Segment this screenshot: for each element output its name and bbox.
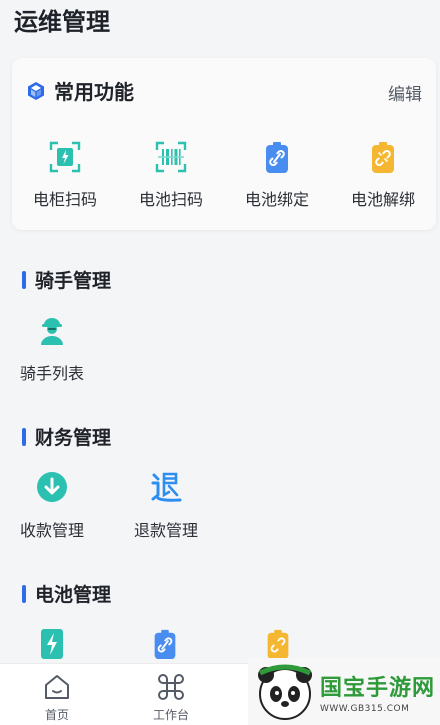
battery-scan-label: 电池扫码 — [138, 190, 203, 209]
battery-scan-button[interactable]: 电池扫码 — [118, 140, 224, 210]
refund-icon — [151, 472, 182, 502]
cabinet-scan-button[interactable]: 电柜扫码 — [12, 140, 118, 210]
tab-home[interactable]: 首页 — [0, 664, 114, 725]
tab-home-label: 首页 — [44, 708, 69, 722]
collect-icon — [37, 472, 67, 502]
battery-bind-label: 电池绑定 — [244, 190, 309, 209]
watermark-url: WWW.GB315.COM — [320, 703, 410, 714]
battery-unbind-icon — [372, 142, 394, 173]
cabinet-scan-label: 电柜扫码 — [32, 190, 97, 209]
battery-charge-icon — [41, 629, 63, 659]
rider-section-header: 骑手管理 — [22, 266, 111, 293]
rider-list-button[interactable]: 骑手列表 — [18, 314, 86, 384]
favorites-list: 电柜扫码 电池扫码 电池绑定 电池解绑 — [12, 140, 436, 210]
battery-bind-button[interactable]: 电池绑定 — [224, 140, 330, 210]
battery-unbind-button-2[interactable] — [262, 628, 294, 660]
tab-workbench-label: 工作台 — [152, 708, 189, 722]
command-icon — [158, 674, 184, 700]
refund-button[interactable]: 退款管理 — [132, 471, 200, 541]
battery-bind-icon — [154, 629, 176, 660]
panda-logo-icon — [258, 664, 312, 720]
favorites-card: 常用功能 编辑 电柜扫码 电池扫码 电池绑定 电池解绑 — [12, 58, 436, 230]
home-icon — [45, 675, 69, 699]
battery-section-header: 电池管理 — [22, 580, 111, 607]
refund-label: 退款管理 — [133, 521, 198, 540]
watermark-brand: 国宝手游网 — [320, 675, 436, 701]
rider-section-title: 骑手管理 — [35, 270, 112, 292]
edit-button[interactable]: 编辑 — [388, 80, 422, 105]
favorites-header: 常用功能 — [26, 76, 134, 105]
watermark-text: 国宝手游网 WWW.GB315.COM — [320, 670, 435, 714]
watermark: 国宝手游网 WWW.GB315.COM — [248, 658, 440, 725]
battery-unbind-label: 电池解绑 — [350, 190, 415, 209]
battery-bind-button-2[interactable] — [149, 628, 181, 660]
battery-unbind-icon — [267, 629, 289, 660]
battery-charge-button[interactable] — [36, 628, 68, 660]
rider-icon — [41, 318, 63, 345]
collect-label: 收款管理 — [19, 521, 84, 540]
rider-list-label: 骑手列表 — [19, 364, 84, 383]
section-accent-bar — [22, 270, 26, 289]
favorites-title: 常用功能 — [54, 80, 134, 104]
cube-icon — [28, 81, 44, 100]
battery-scan-icon — [155, 141, 187, 173]
battery-unbind-button[interactable]: 电池解绑 — [330, 140, 436, 210]
battery-bind-icon — [266, 142, 288, 173]
section-accent-bar — [22, 427, 26, 446]
tab-workbench[interactable]: 工作台 — [114, 664, 228, 725]
battery-section-title: 电池管理 — [35, 584, 112, 606]
finance-section-header: 财务管理 — [22, 423, 111, 450]
collect-button[interactable]: 收款管理 — [18, 471, 86, 541]
page-title: 运维管理 — [14, 8, 110, 36]
cabinet-scan-icon — [49, 141, 81, 173]
section-accent-bar — [22, 584, 26, 603]
finance-section-title: 财务管理 — [35, 427, 112, 449]
